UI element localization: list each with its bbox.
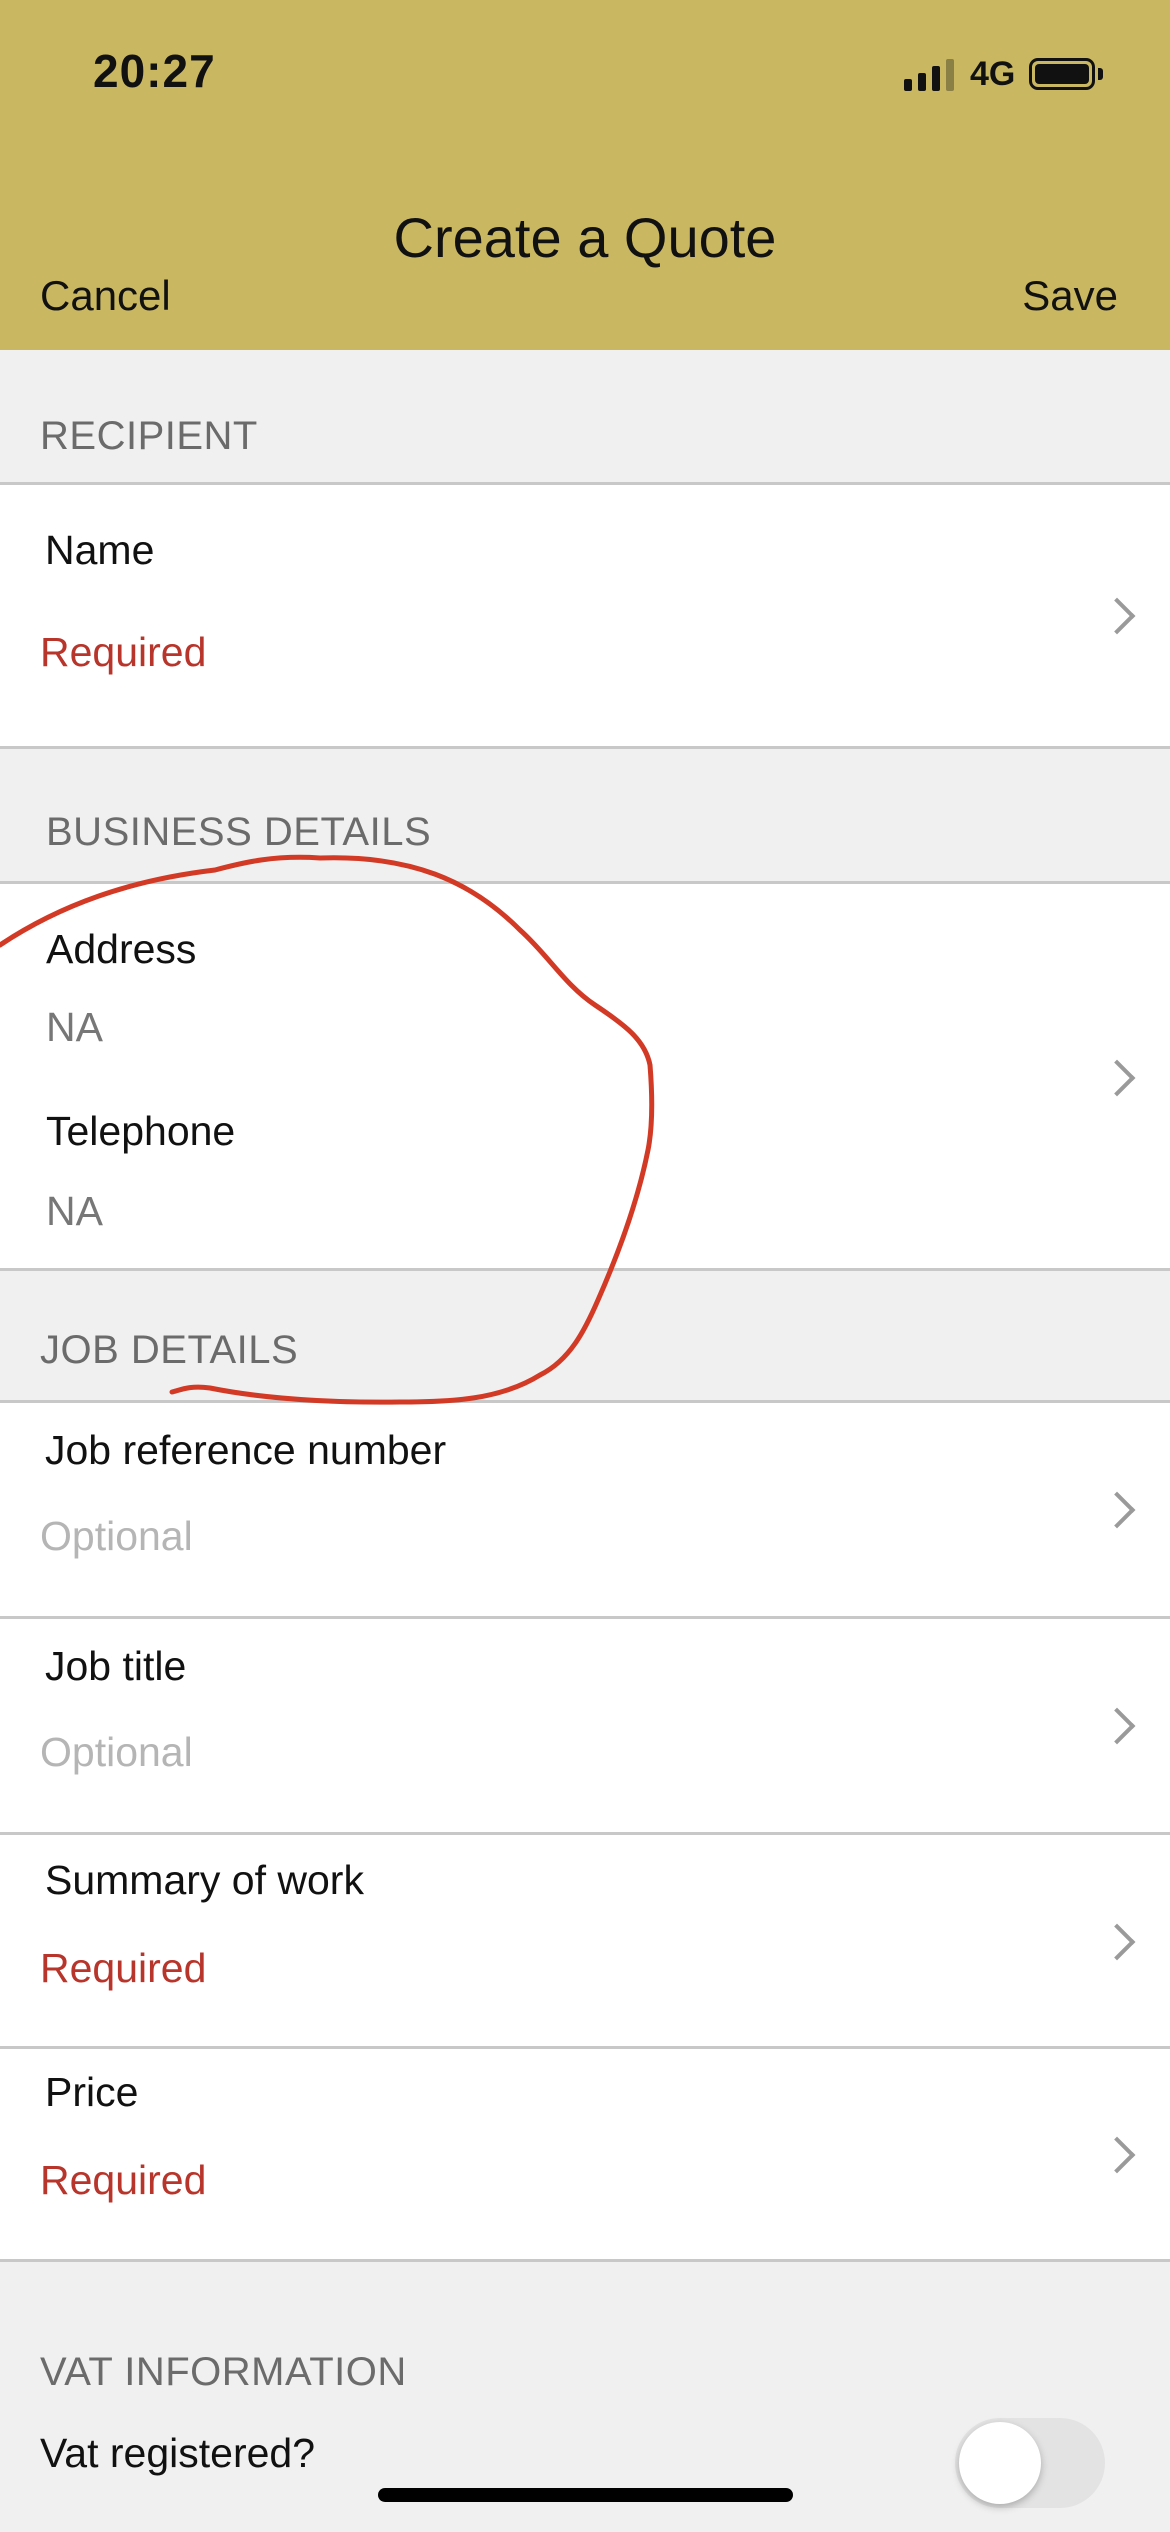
- section-header-recipient: RECIPIENT: [40, 414, 258, 458]
- address-value: NA: [46, 1004, 103, 1050]
- job-title-value: Optional: [40, 1729, 193, 1775]
- divider: [0, 1268, 1170, 1271]
- chevron-right-icon: [1098, 597, 1136, 635]
- save-button[interactable]: Save: [1022, 272, 1118, 320]
- address-label: Address: [46, 926, 197, 972]
- chevron-right-icon: [1098, 1707, 1136, 1745]
- name-label: Name: [45, 527, 155, 573]
- battery-icon: [1029, 58, 1096, 90]
- name-value: Required: [40, 629, 207, 675]
- header-bar: 20:27 4G Create a Quote Cancel Save: [0, 0, 1170, 350]
- divider: [0, 746, 1170, 749]
- cancel-button[interactable]: Cancel: [40, 272, 171, 320]
- job-title-row[interactable]: Job title Optional: [0, 1619, 1170, 1832]
- summary-of-work-label: Summary of work: [45, 1857, 364, 1903]
- summary-of-work-value: Required: [40, 1945, 207, 1991]
- page-title: Create a Quote: [393, 206, 777, 269]
- chevron-right-icon: [1098, 1491, 1136, 1529]
- chevron-right-icon: [1098, 1923, 1136, 1961]
- section-header-vat-information: VAT INFORMATION: [40, 2350, 407, 2394]
- section-header-business-details: BUSINESS DETAILS: [46, 810, 432, 854]
- vat-registered-label: Vat registered?: [40, 2430, 316, 2476]
- chevron-right-icon: [1098, 2136, 1136, 2174]
- status-indicators: 4G: [904, 52, 1104, 96]
- toggle-knob: [959, 2422, 1041, 2504]
- vat-registered-toggle[interactable]: [955, 2418, 1105, 2508]
- job-reference-value: Optional: [40, 1513, 193, 1559]
- network-type: 4G: [970, 54, 1016, 93]
- price-row[interactable]: Price Required: [0, 2049, 1170, 2259]
- job-reference-label: Job reference number: [45, 1427, 447, 1473]
- chevron-right-icon: [1098, 1059, 1136, 1097]
- divider: [0, 2259, 1170, 2262]
- price-value: Required: [40, 2157, 207, 2203]
- status-time: 20:27: [93, 45, 216, 97]
- business-details-row[interactable]: Address NA Telephone NA: [0, 884, 1170, 1268]
- recipient-name-row[interactable]: Name Required: [0, 485, 1170, 746]
- summary-of-work-row[interactable]: Summary of work Required: [0, 1835, 1170, 2046]
- telephone-value: NA: [46, 1188, 103, 1234]
- home-indicator[interactable]: [378, 2488, 793, 2502]
- job-title-label: Job title: [45, 1643, 187, 1689]
- signal-icon: [904, 57, 954, 91]
- section-header-job-details: JOB DETAILS: [40, 1328, 299, 1372]
- price-label: Price: [45, 2069, 139, 2115]
- telephone-label: Telephone: [46, 1108, 236, 1154]
- job-reference-row[interactable]: Job reference number Optional: [0, 1403, 1170, 1616]
